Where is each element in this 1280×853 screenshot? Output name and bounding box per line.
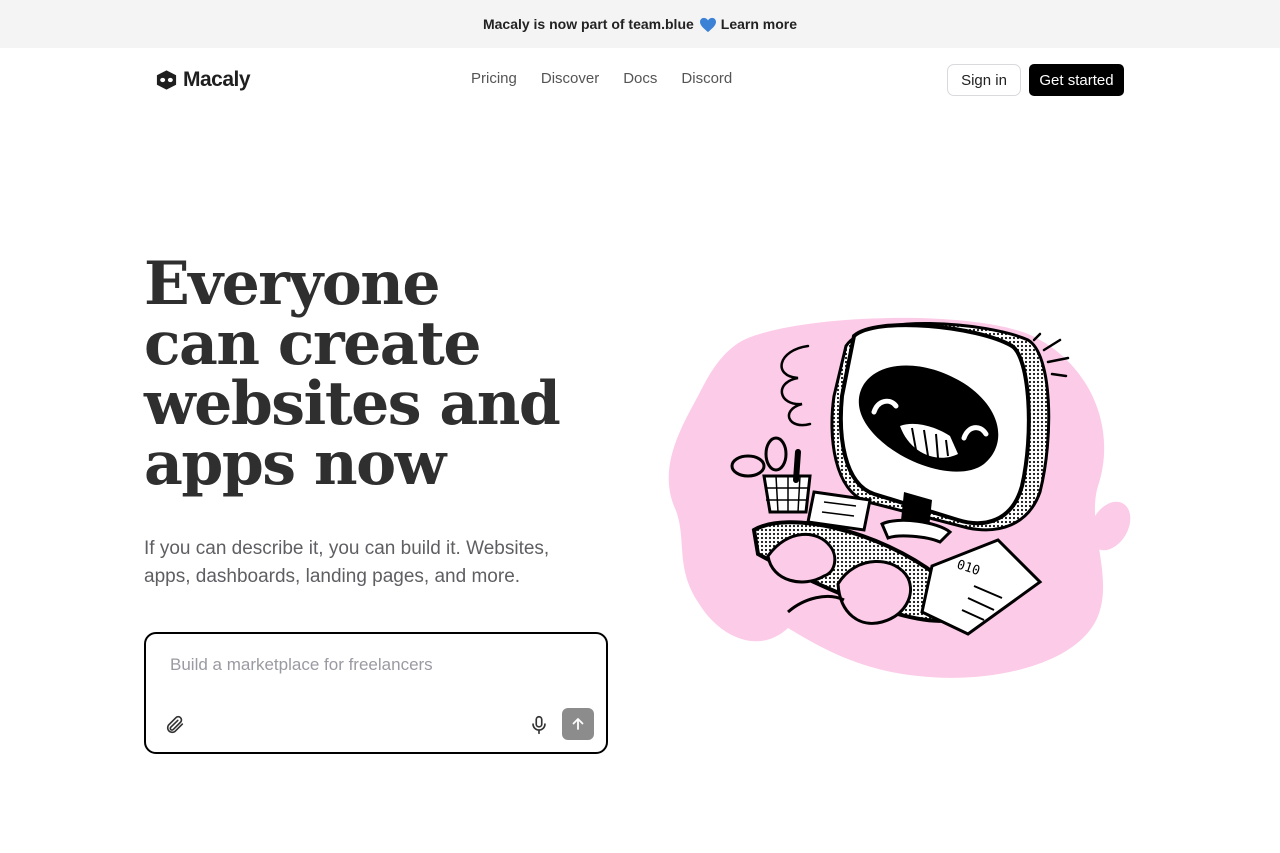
blue-heart-icon [699,17,716,33]
hero-headline: Everyone can create websites and apps no… [144,254,584,494]
nav-links: Pricing Discover Docs Discord [471,70,732,87]
top-navigation: Macaly Pricing Discover Docs Discord Sig… [0,48,1280,112]
learn-more-link[interactable]: Learn more [721,16,797,32]
headline-line: Everyone [144,249,441,319]
send-button[interactable] [562,708,594,740]
nav-link-discord[interactable]: Discord [681,70,732,87]
nav-link-pricing[interactable]: Pricing [471,70,517,87]
macaly-logo-icon [156,70,177,90]
headline-line: can create [144,309,482,379]
logo[interactable]: Macaly [155,68,251,92]
headline-line: websites and [144,369,561,439]
hero-illustration: 010 [668,317,1131,678]
prompt-input[interactable] [170,652,580,678]
sign-in-button[interactable]: Sign in [947,64,1021,96]
logo-text: Macaly [183,68,251,91]
announcement-text: Macaly is now part of team.blue [482,16,694,32]
arrow-up-icon [572,718,584,730]
prompt-box [144,632,608,754]
microphone-icon[interactable] [528,714,550,736]
hero-subtext: If you can describe it, you can build it… [144,538,550,587]
announcement-bar: Macaly is now part of team.blue Learn mo… [0,0,1280,48]
paperclip-icon[interactable] [164,714,186,736]
nav-link-docs[interactable]: Docs [623,70,657,87]
nav-link-discover[interactable]: Discover [541,70,599,87]
headline-line: apps now [144,429,446,499]
get-started-button[interactable]: Get started [1029,64,1124,96]
